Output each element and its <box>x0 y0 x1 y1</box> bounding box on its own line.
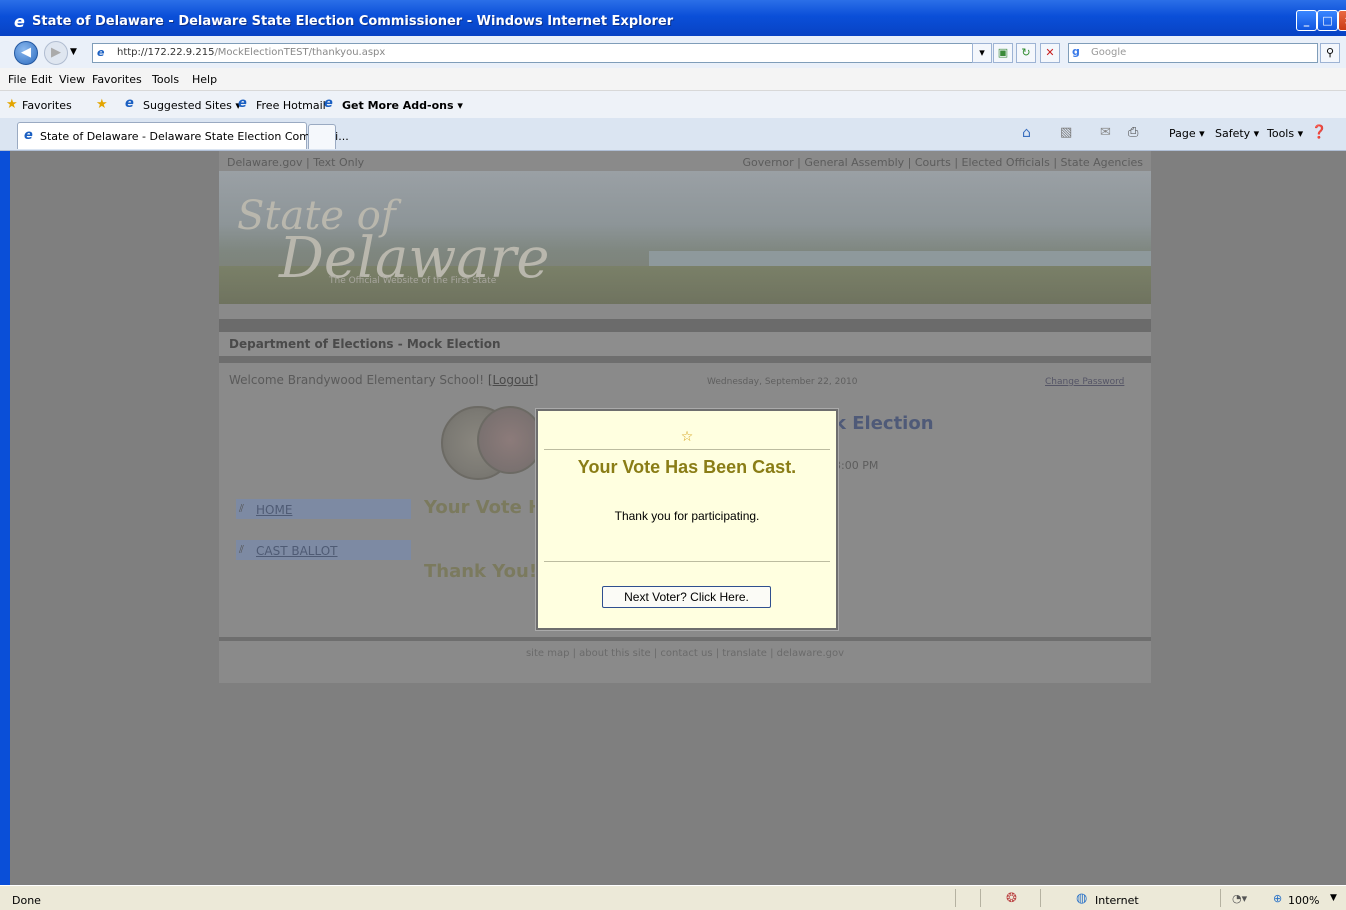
get-addons-link[interactable]: Get More Add-ons ▾ <box>342 99 463 112</box>
menu-view[interactable]: View <box>59 73 85 86</box>
url-path: /MockElectionTEST/thankyou.aspx <box>214 47 386 58</box>
star-icon: ☆ <box>680 429 694 445</box>
feeds-icon[interactable]: ▧ <box>1060 125 1072 140</box>
top-links-right[interactable]: Governor | General Assembly | Courts | E… <box>743 156 1143 169</box>
search-placeholder: Google <box>1091 47 1127 58</box>
google-icon: g <box>1072 45 1080 58</box>
favorites-bar: ★ Favorites ★ e Suggested Sites ▾ e Free… <box>0 91 1346 119</box>
dialog-divider <box>544 449 830 450</box>
status-separator <box>1220 889 1221 907</box>
search-icon[interactable]: ⚲ <box>1320 43 1340 63</box>
next-voter-button[interactable]: Next Voter? Click Here. <box>602 586 771 608</box>
window-title: State of Delaware - Delaware State Elect… <box>32 14 674 29</box>
history-dropdown-icon[interactable]: ▼ <box>70 47 77 57</box>
refresh-icon[interactable]: ↻ <box>1016 43 1036 63</box>
ie-site-icon: e <box>324 96 333 111</box>
ie-site-icon: e <box>125 96 134 111</box>
dept-title-bar: Department of Elections - Mock Election <box>219 332 1151 356</box>
bg-thank-you: Thank You! <box>424 561 538 582</box>
new-tab-button[interactable] <box>308 124 336 149</box>
status-separator <box>955 889 956 907</box>
back-button[interactable]: ◀ <box>14 41 38 65</box>
zoom-dropdown-icon[interactable]: ▼ <box>1330 893 1337 903</box>
minimize-button[interactable]: _ <box>1296 10 1317 31</box>
page-menu[interactable]: Page ▾ <box>1169 127 1205 140</box>
nav-arrow-icon: ⫽ <box>239 502 244 515</box>
address-bar: ◀ ▶ ▼ e http://172.22.9.215/MockElection… <box>0 36 1346 68</box>
help-icon[interactable]: ❓ <box>1311 125 1327 140</box>
add-favorite-icon[interactable]: ★ <box>96 97 108 112</box>
security-zone[interactable]: Internet <box>1095 894 1139 907</box>
tools-menu[interactable]: Tools ▾ <box>1267 127 1303 140</box>
home-icon[interactable]: ⌂ <box>1022 125 1031 141</box>
logout-link[interactable]: [Logout] <box>488 373 538 387</box>
dialog-divider <box>544 561 830 562</box>
header-banner: State of Delaware The Official Website o… <box>219 171 1151 304</box>
bg-vote-heading: Your Vote H <box>424 497 544 518</box>
change-password-link[interactable]: Change Password <box>1045 377 1124 387</box>
suggested-sites-link[interactable]: Suggested Sites ▾ <box>143 99 241 112</box>
menu-edit[interactable]: Edit <box>31 73 52 86</box>
status-separator <box>980 889 981 907</box>
favorites-button[interactable]: Favorites <box>22 99 72 112</box>
status-bar: Done ❂ ◍ Internet ◔▾ ⊕ 100% ▼ <box>0 885 1346 910</box>
window-frame-left <box>0 151 10 885</box>
status-text: Done <box>12 894 41 907</box>
dialog-message: Thank you for participating. <box>614 509 760 523</box>
vote-cast-dialog: ☆ Your Vote Has Been Cast. Thank you for… <box>536 409 838 630</box>
menu-file[interactable]: File <box>8 73 26 86</box>
tab-current[interactable]: e State of Delaware - Delaware State Ele… <box>17 122 349 149</box>
nav-home-label: HOME <box>256 503 293 517</box>
popup-blocker-icon[interactable]: ◔▾ <box>1232 892 1247 905</box>
zoom-level[interactable]: 100% <box>1288 894 1319 907</box>
close-button[interactable]: × <box>1338 10 1346 31</box>
url-input[interactable]: e http://172.22.9.215/MockElectionTEST/t… <box>92 43 992 63</box>
tab-page-icon: e <box>24 128 33 143</box>
compatibility-view-icon[interactable]: ▣ <box>993 43 1013 63</box>
tab-row: e State of Delaware - Delaware State Ele… <box>0 118 1346 151</box>
banner-bottom-strip <box>219 319 1151 332</box>
dialog-heading: Your Vote Has Been Cast. <box>577 457 797 477</box>
free-hotmail-link[interactable]: Free Hotmail <box>256 99 326 112</box>
welcome-text: Welcome Brandywood Elementary School! [L… <box>229 373 538 387</box>
maximize-button[interactable]: □ <box>1317 10 1338 31</box>
bg-election-title: k Election <box>834 413 934 434</box>
logo-tagline: The Official Website of the First State <box>329 276 497 286</box>
student-vote-seal-image <box>477 406 543 474</box>
dept-title: Department of Elections - Mock Election <box>229 337 501 351</box>
tab-title: State of Delaware - Delaware State Elect… <box>40 130 349 143</box>
footer-divider <box>219 637 1151 641</box>
forward-button[interactable]: ▶ <box>44 41 68 65</box>
url-dropdown-icon[interactable]: ▾ <box>972 43 992 63</box>
title-bar: e State of Delaware - Delaware State Ele… <box>0 0 1346 36</box>
stop-icon[interactable]: ✕ <box>1040 43 1060 63</box>
nav-home-button[interactable]: ⫽ HOME <box>236 499 411 519</box>
menu-favorites[interactable]: Favorites <box>92 73 142 86</box>
favorites-star-icon: ★ <box>6 97 18 112</box>
ie-site-icon: e <box>238 96 247 111</box>
ie-logo-icon: e <box>14 12 25 31</box>
safety-menu[interactable]: Safety ▾ <box>1215 127 1259 140</box>
zoom-icon: ⊕ <box>1273 892 1283 905</box>
mail-icon[interactable]: ✉ <box>1100 125 1111 140</box>
search-input[interactable]: g Google <box>1068 43 1318 63</box>
bg-time: 3:00 PM <box>834 459 879 472</box>
nav-arrow-icon: ⫽ <box>239 543 244 556</box>
internet-zone-icon: ◍ <box>1076 891 1088 906</box>
menu-bar: File Edit View Favorites Tools Help <box>0 68 1346 91</box>
nav-cast-ballot-label: CAST BALLOT <box>256 544 338 558</box>
menu-help[interactable]: Help <box>192 73 217 86</box>
protected-mode-icon[interactable]: ❂ <box>1006 891 1017 906</box>
page-icon: e <box>97 46 105 59</box>
url-host: http://172.22.9.215 <box>117 47 215 58</box>
welcome-message: Welcome Brandywood Elementary School! <box>229 373 485 387</box>
status-separator <box>1040 889 1041 907</box>
current-date: Wednesday, September 22, 2010 <box>707 377 858 387</box>
print-icon[interactable]: ⎙ <box>1128 125 1138 140</box>
menu-tools[interactable]: Tools <box>152 73 179 86</box>
nav-cast-ballot-button[interactable]: ⫽ CAST BALLOT <box>236 540 411 560</box>
divider <box>219 356 1151 363</box>
top-links-left[interactable]: Delaware.gov | Text Only <box>227 156 364 169</box>
footer-links[interactable]: site map | about this site | contact us … <box>219 648 1151 659</box>
